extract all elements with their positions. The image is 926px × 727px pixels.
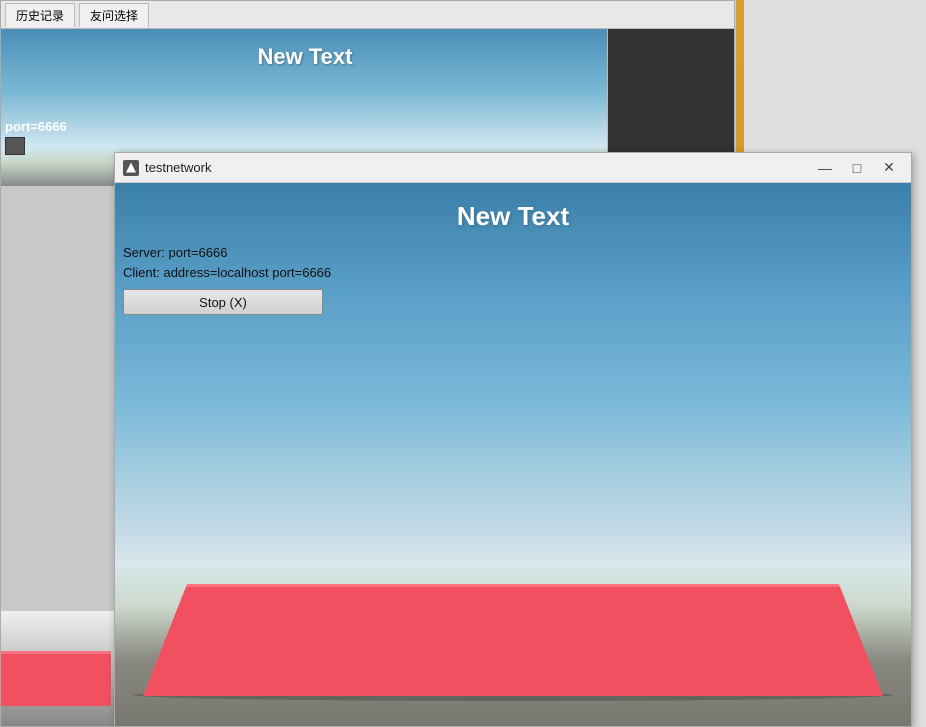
bg-tab-history-label: 历史记录 [16, 7, 64, 24]
game-title: New Text [115, 201, 911, 232]
stop-button[interactable]: Stop (X) [123, 289, 323, 315]
server-label: Server: port=6666 [123, 243, 331, 263]
bg-stop-btn [5, 137, 25, 155]
bg-tab-history[interactable]: 历史记录 [5, 3, 75, 27]
bg-tab-friends-label: 友问选择 [90, 7, 138, 24]
client-label: Client: address=localhost port=6666 [123, 263, 331, 283]
close-button[interactable]: ✕ [875, 157, 903, 179]
info-panel: Server: port=6666 Client: address=localh… [123, 243, 331, 315]
front-titlebar: testnetwork — □ ✕ [115, 153, 911, 183]
minimize-button[interactable]: — [811, 157, 839, 179]
bg-titlebar: 历史记录 友问选择 [1, 1, 734, 29]
platform-container [115, 506, 911, 726]
front-titlebar-left: testnetwork [123, 160, 211, 176]
bg-game-title: New Text [1, 44, 609, 70]
unity-icon [123, 160, 139, 176]
bg-tab-friends[interactable]: 友问选择 [79, 3, 149, 27]
front-window: testnetwork — □ ✕ New Text Server: port=… [114, 152, 912, 727]
bg-red-box [1, 651, 111, 706]
unity-icon-inner [126, 163, 136, 173]
front-window-title: testnetwork [145, 160, 211, 175]
maximize-button[interactable]: □ [843, 157, 871, 179]
bg-port-label: port=6666 [5, 119, 67, 134]
bg-red-platform [1, 611, 116, 726]
bg-scrollbar-top [608, 29, 734, 159]
front-game-area: New Text Server: port=6666 Client: addre… [115, 183, 911, 726]
platform-3d [143, 584, 883, 696]
titlebar-controls: — □ ✕ [811, 157, 903, 179]
